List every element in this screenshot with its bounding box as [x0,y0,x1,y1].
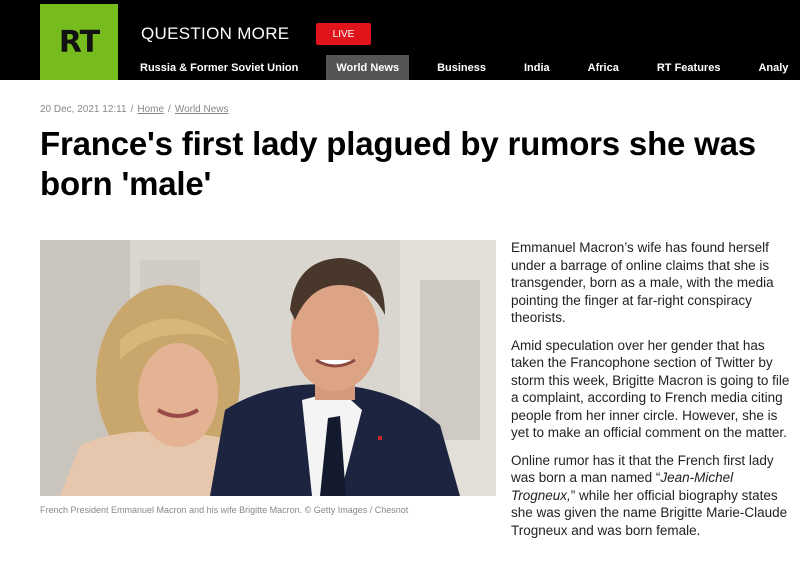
nav-item-world-news[interactable]: World News [326,55,410,80]
site-header: RT QUESTION MORE LIVE Russia & Former So… [0,0,800,80]
article-photo [40,240,496,496]
rt-logo[interactable]: RT [40,4,118,80]
nav-item-business[interactable]: Business [427,55,496,80]
site-tagline: QUESTION MORE [141,24,290,43]
nav-item-rt-features[interactable]: RT Features [647,55,731,80]
logo-text: RT [58,24,100,60]
breadcrumb-separator: / [168,104,171,115]
nav-item-analysis[interactable]: Analy [748,55,798,80]
breadcrumb-home-link[interactable]: Home [137,104,164,115]
photo-illustration [40,240,496,496]
breadcrumb-separator: / [130,104,134,115]
article-paragraph: Amid speculation over her gender that ha… [511,337,790,441]
main-nav: Russia & Former Soviet Union World News … [130,55,800,80]
article-paragraph: Online rumor has it that the French firs… [511,452,795,540]
article-date: 20 Dec, 2021 12:11 [40,104,127,115]
breadcrumb: 20 Dec, 2021 12:11/Home / World News [40,104,229,115]
article-body: Emmanuel Macron’s wife has found herself… [511,239,795,549]
breadcrumb-section-link[interactable]: World News [175,104,229,115]
live-button[interactable]: LIVE [316,23,371,45]
article-paragraph: Emmanuel Macron’s wife has found herself… [511,240,774,325]
nav-item-russia[interactable]: Russia & Former Soviet Union [130,55,308,80]
paragraph-text: Online rumor has it that the French firs… [511,452,774,486]
photo-caption: French President Emmanuel Macron and his… [40,505,409,515]
nav-item-india[interactable]: India [514,55,560,80]
nav-item-africa[interactable]: Africa [578,55,629,80]
article-headline: France's first lady plagued by rumors sh… [40,125,756,202]
